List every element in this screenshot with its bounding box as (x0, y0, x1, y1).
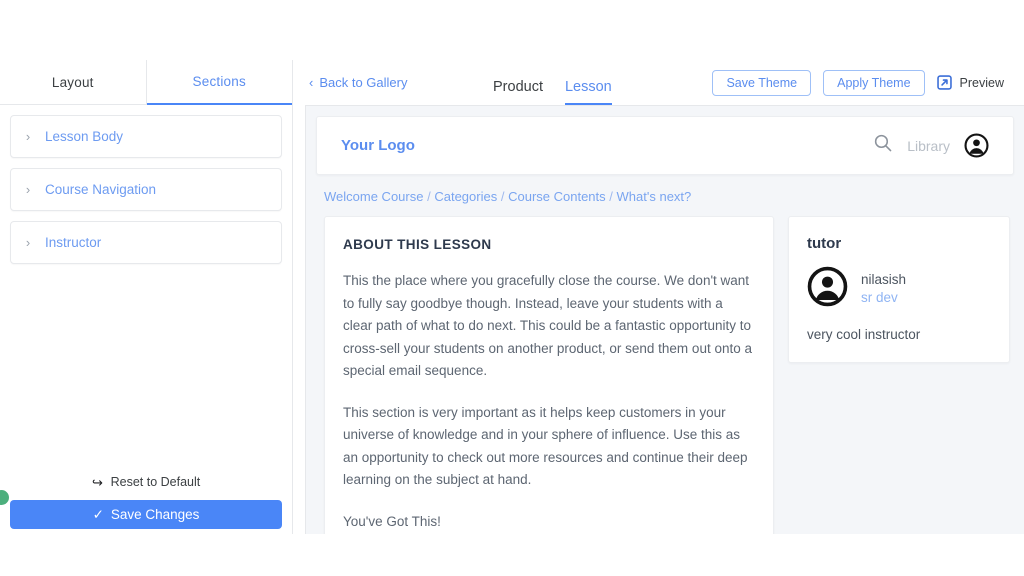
apply-theme-label: Apply Theme (837, 75, 911, 90)
breadcrumb-item-categories[interactable]: Categories (434, 189, 497, 204)
tab-product[interactable]: Product (493, 79, 543, 105)
save-changes-button[interactable]: ✓ Save Changes (10, 500, 282, 529)
sidebar-tab-sections[interactable]: Sections (146, 60, 292, 105)
preview-content-row: ABOUT THIS LESSON This the place where y… (306, 216, 1024, 534)
chevron-right-icon: › (25, 235, 31, 250)
section-item-label: Lesson Body (45, 129, 124, 144)
breadcrumb-separator: / (500, 189, 505, 204)
section-item-lesson-body[interactable]: › Lesson Body (10, 115, 282, 158)
search-icon[interactable] (873, 133, 893, 158)
breadcrumb-item-welcome-course[interactable]: Welcome Course (324, 189, 423, 204)
instructor-role: sr dev (861, 290, 898, 305)
lesson-paragraph: You've Got This! (343, 513, 441, 529)
save-theme-label: Save Theme (726, 75, 798, 90)
apply-theme-button[interactable]: Apply Theme (823, 69, 925, 96)
section-item-label: Instructor (45, 235, 102, 250)
reset-to-default-label: Reset to Default (110, 475, 201, 489)
instructor-meta: nilasish sr dev (861, 271, 906, 307)
sidebar-footer: ↩ Reset to Default ✓ Save Changes (0, 475, 292, 529)
save-changes-label: Save Changes (110, 507, 200, 522)
instructor-avatar (807, 266, 848, 312)
breadcrumb-item-whats-next[interactable]: What's next? (617, 189, 692, 204)
breadcrumb-separator: / (609, 189, 613, 204)
undo-arrow-icon: ↩ (91, 474, 103, 490)
sidebar-tab-layout[interactable]: Layout (0, 60, 147, 104)
app-window: Layout Sections › Lesson Body › Course N… (0, 60, 1024, 534)
lesson-body-card: ABOUT THIS LESSON This the place where y… (324, 216, 774, 534)
section-item-instructor[interactable]: › Instructor (10, 221, 282, 264)
theme-preview-canvas: Your Logo Library Welcome Course / Categ… (305, 105, 1024, 534)
editor-tab-bar: Product Lesson (493, 60, 612, 105)
instructor-name: nilasish (861, 272, 907, 287)
toolbar-actions: Save Theme Apply Theme Preview (712, 69, 1004, 96)
instructor-card: tutor nilasish sr dev very cool instruct… (788, 216, 1010, 363)
sidebar-tab-layout-label: Layout (51, 74, 94, 90)
instructor-identity: nilasish sr dev (807, 266, 991, 312)
sidebar-tab-bar: Layout Sections (0, 60, 292, 105)
instructor-heading: tutor (807, 235, 842, 252)
back-to-gallery-label: Back to Gallery (319, 75, 408, 90)
site-header-actions: Library (873, 133, 989, 158)
section-item-label: Course Navigation (45, 182, 157, 197)
lesson-heading: ABOUT THIS LESSON (343, 237, 492, 252)
library-link[interactable]: Library (907, 138, 950, 154)
section-item-course-navigation[interactable]: › Course Navigation (10, 168, 282, 211)
tab-product-label: Product (493, 79, 543, 95)
breadcrumb: Welcome Course / Categories / Course Con… (306, 175, 1024, 216)
save-theme-button[interactable]: Save Theme (712, 69, 812, 96)
breadcrumb-item-course-contents[interactable]: Course Contents (508, 189, 606, 204)
instructor-bio: very cool instructor (807, 327, 921, 342)
check-icon: ✓ (92, 506, 104, 522)
site-header: Your Logo Library (316, 116, 1014, 175)
section-accordion-list: › Lesson Body › Course Navigation › Inst… (0, 105, 292, 264)
chevron-left-icon: ‹ (309, 75, 314, 90)
preview-label: Preview (959, 75, 1004, 90)
external-link-icon (936, 75, 952, 90)
lesson-paragraph: This section is very important as it hel… (343, 404, 748, 488)
sidebar-tab-sections-label: Sections (192, 74, 246, 89)
reset-to-default-button[interactable]: ↩ Reset to Default (10, 474, 282, 490)
lesson-paragraph: This the place where you gracefully clos… (343, 273, 752, 378)
tab-lesson[interactable]: Lesson (564, 79, 612, 105)
back-to-gallery-button[interactable]: ‹ Back to Gallery (309, 75, 408, 90)
avatar[interactable] (964, 133, 989, 158)
chevron-right-icon: › (25, 182, 31, 197)
chevron-right-icon: › (25, 129, 31, 144)
tab-lesson-label: Lesson (564, 79, 612, 95)
editor-sidebar: Layout Sections › Lesson Body › Course N… (0, 60, 293, 534)
breadcrumb-separator: / (427, 189, 431, 204)
preview-button[interactable]: Preview (936, 75, 1004, 90)
site-logo[interactable]: Your Logo (341, 137, 415, 154)
status-indicator-dot (0, 490, 9, 505)
editor-pane: ‹ Back to Gallery Product Lesson Save Th… (293, 60, 1024, 534)
editor-toolbar: ‹ Back to Gallery Product Lesson Save Th… (293, 60, 1024, 105)
